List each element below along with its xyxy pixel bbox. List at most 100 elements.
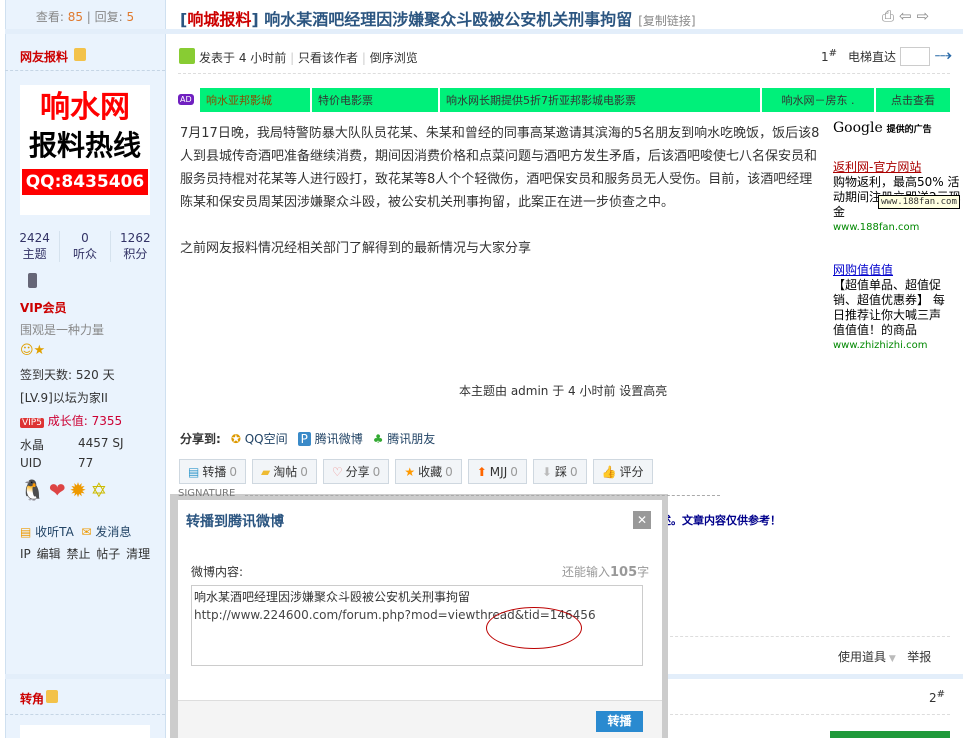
share-tweibo[interactable]: P 腾讯微博	[297, 430, 363, 447]
only-author-link[interactable]: 只看该作者	[298, 51, 358, 65]
button-count: 0	[569, 464, 578, 479]
google-ad[interactable]: 网购值值值 【超值单品、超值促销、超值优惠券】 每日推荐让你大喊三声 值值值！的商…	[833, 263, 945, 353]
repost-submit-button[interactable]: 转播	[596, 711, 643, 732]
rate-button[interactable]: 👍 评分	[592, 459, 653, 484]
downvote-button[interactable]: ⬇ 踩 0	[532, 459, 587, 484]
prev-thread-icon[interactable]: ⇦	[899, 7, 917, 25]
avatar[interactable]: 响水网 报料热线 QQ:8435406	[20, 85, 150, 215]
follow-link[interactable]: 收听TA	[35, 525, 74, 539]
ad-link[interactable]: 响水网－房东 .	[762, 88, 874, 112]
elevator-label: 电梯直达	[848, 50, 897, 64]
admin-ban[interactable]: 禁止	[66, 547, 90, 561]
crystal-value: 4457 SJ	[78, 436, 124, 450]
admin-edit[interactable]: 编辑	[37, 547, 61, 561]
sun-medal-icon[interactable]: ✹	[70, 478, 87, 502]
admin-links: IP 编辑 禁止 帖子 清理	[20, 545, 150, 562]
ad-title-link[interactable]: 返利网-官方网站	[833, 160, 921, 174]
share-pengyou[interactable]: ♣ 腾讯朋友	[373, 430, 436, 447]
posted-label: 发表于	[199, 51, 236, 65]
signature-label: SIGNATURE	[178, 488, 236, 499]
growth-value: 成长值: 7355	[47, 414, 123, 428]
button-label: 踩	[554, 465, 567, 479]
ad-link[interactable]: 响水网长期提供5折7折亚邦影城电影票	[440, 88, 760, 112]
post-meta: 发表于 4 小时前 | 只看该作者 | 倒序浏览	[199, 51, 418, 65]
use-tools-menu[interactable]: 使用道具	[838, 650, 886, 664]
post2-ad[interactable]	[830, 731, 950, 738]
thread-title: 响水某酒吧经理因涉嫌聚众斗殴被公安机关刑事拘留	[264, 10, 633, 29]
heart-medal-icon[interactable]: ❤	[49, 478, 66, 502]
chevron-down-icon: ▼	[886, 654, 896, 664]
views-count: 85	[67, 10, 83, 24]
go-icon[interactable]: ⤏	[935, 45, 952, 65]
favorite-button[interactable]: ★ 收藏 0	[395, 459, 462, 484]
author-stats: 2424 主题 0 听众 1262 积分	[10, 231, 160, 262]
elevator-input[interactable]	[900, 47, 930, 66]
ad-link[interactable]: 特价电影票	[312, 88, 438, 112]
crystal-label: 水晶	[20, 438, 45, 452]
floor-value: 1	[821, 50, 829, 64]
logo-text-1: 响水网	[40, 90, 130, 125]
views-label: 查看:	[35, 10, 64, 24]
remain-count: 105	[610, 565, 638, 580]
share-item-label: 腾讯朋友	[387, 432, 436, 446]
admin-posts[interactable]: 帖子	[96, 547, 120, 561]
qq-penguin-medal-icon[interactable]: 🐧	[20, 478, 45, 502]
stat-topics[interactable]: 2424 主题	[10, 231, 61, 262]
share-item-label: 腾讯微博	[314, 432, 363, 446]
thumbs-up-icon: 👍	[601, 464, 617, 479]
qzone-icon: ✪	[230, 432, 241, 446]
post-actions: ▤ 转播 0 ▰ 淘帖 0 ♡ 分享 0 ★ 收藏 0 ⬆ MJJ 0 ⬇ 踩 0 👍 评分	[179, 459, 659, 484]
stat-listeners[interactable]: 0 听众	[60, 231, 111, 262]
message-link[interactable]: 发消息	[95, 525, 131, 539]
stat-points[interactable]: 1262 积分	[111, 231, 160, 262]
repost-button[interactable]: ▤ 转播 0	[179, 459, 246, 484]
copy-link[interactable]: [复制链接]	[638, 14, 695, 28]
content-label: 微博内容:	[191, 565, 244, 579]
reverse-order-link[interactable]: 倒序浏览	[370, 51, 418, 65]
author-name[interactable]: 网友报料	[20, 48, 68, 65]
ad-url[interactable]: www.188fan.com	[833, 220, 963, 235]
share-bar: 分享到: ✪ QQ空间 P 腾讯微博 ♣ 腾讯朋友	[180, 430, 435, 447]
share-qzone[interactable]: ✪ QQ空间	[231, 430, 288, 447]
logo-qq: QQ:8435406	[22, 169, 148, 195]
share-item-label: QQ空间	[244, 432, 288, 446]
admin-clean[interactable]: 清理	[126, 547, 150, 561]
upvote-button[interactable]: ⬆ MJJ 0	[467, 459, 527, 484]
close-icon[interactable]: ✕	[633, 511, 651, 529]
print-icon[interactable]: ⎙	[882, 7, 899, 25]
post2-floor: 2#	[929, 689, 945, 705]
collect-thread-button[interactable]: ▰ 淘帖 0	[252, 459, 317, 484]
ad-link[interactable]: 响水亚邦影城	[200, 88, 310, 112]
ad-title-link[interactable]: 网购值值值	[833, 263, 893, 277]
tencent-weibo-icon: P	[297, 432, 311, 446]
char-remaining: 还能输入105字	[562, 563, 649, 580]
heart-icon: ♡	[331, 464, 343, 479]
report-link[interactable]: 举报	[907, 650, 931, 664]
page-title: [响城报料] 响水某酒吧经理因涉嫌聚众斗殴被公安机关刑事拘留 [复制链接]	[180, 10, 696, 29]
uid-value: 77	[78, 456, 94, 470]
badge-icon	[74, 48, 86, 61]
remain-prefix: 还能输入	[562, 565, 611, 579]
thread-stats: 查看: 85 | 回复: 5	[35, 10, 135, 24]
floor-mark: #	[828, 48, 838, 59]
google-ads-header: Google 提供的广告	[833, 121, 963, 138]
folder-icon: ▰	[261, 464, 271, 479]
admin-ip[interactable]: IP	[20, 547, 31, 561]
level-icons: ☺★	[20, 343, 46, 358]
star-medal-icon[interactable]: ✡	[90, 478, 107, 502]
text-ad-bar: 响水亚邦影城 特价电影票 响水网长期提供5折7折亚邦影城电影票 响水网－房东 .…	[200, 88, 950, 112]
ad-url[interactable]: www.zhizhizhi.com	[833, 338, 945, 353]
stat-value: 2424	[19, 231, 50, 245]
remain-suffix: 字	[637, 565, 650, 579]
user-motto: 围观是一种力量	[20, 323, 105, 337]
thread-tag[interactable]: 响城报料	[187, 10, 251, 29]
post-paragraph: 7月17日晚，我局特警防暴大队队员花某、朱某和曾经的同事高某邀请其滨海的5名朋友…	[180, 126, 820, 210]
share-button[interactable]: ♡ 分享 0	[322, 459, 390, 484]
post2-avatar[interactable]	[20, 725, 150, 738]
ad-link[interactable]: 点击查看	[876, 88, 950, 112]
signature-text: 述。文章内容仅供参考！	[660, 514, 781, 527]
stat-label: 主题	[22, 247, 47, 261]
next-thread-icon[interactable]: ⇨	[917, 7, 935, 25]
user-level: [LV.9]以坛为家II	[20, 391, 108, 405]
post2-author[interactable]: 转角	[20, 690, 44, 707]
